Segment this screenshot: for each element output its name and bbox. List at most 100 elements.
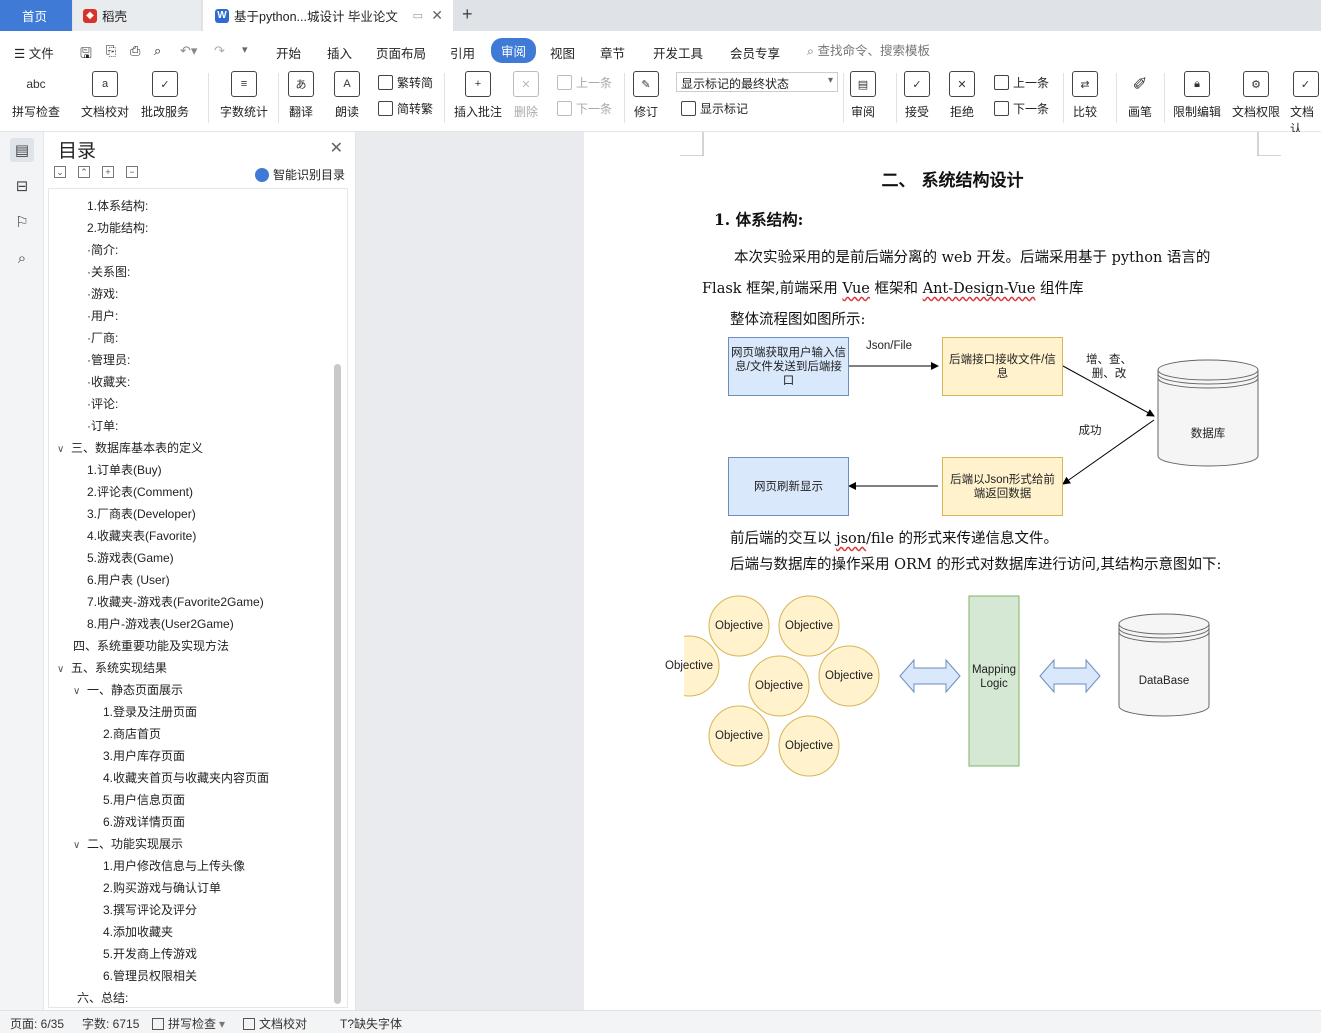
- chapter-nav-icon[interactable]: ⊟: [10, 174, 34, 198]
- toc-item[interactable]: ∨ 三、数据库基本表的定义: [57, 439, 203, 456]
- next-change-button[interactable]: 下一条: [994, 100, 1049, 117]
- doc-auth-button[interactable]: ✓ 文档认: [1290, 71, 1321, 137]
- bookmark-icon[interactable]: ⚐: [10, 210, 34, 234]
- page-indicator[interactable]: 页面: 6/35: [10, 1015, 64, 1032]
- toc-item[interactable]: 2.商店首页: [103, 725, 161, 742]
- undo-icon[interactable]: ↶▾: [180, 40, 197, 62]
- toc-item[interactable]: 1.登录及注册页面: [103, 703, 197, 720]
- toc-item[interactable]: 5.开发商上传游戏: [103, 945, 197, 962]
- toc-item[interactable]: ∨ 二、功能实现展示: [73, 835, 183, 852]
- toc-item[interactable]: ·厂商:: [87, 329, 118, 346]
- delete-comment-button[interactable]: ✕ 删除: [513, 71, 539, 120]
- toc-item[interactable]: 6.用户表 (User): [87, 571, 170, 588]
- status-spell-check[interactable]: 拼写检查 ▾: [152, 1015, 225, 1032]
- toc-item[interactable]: ·简介:: [87, 241, 118, 258]
- toc-item[interactable]: ·订单:: [87, 417, 118, 434]
- tab-home[interactable]: 首页: [0, 0, 72, 31]
- toc-item[interactable]: 六、总结:: [77, 989, 128, 1006]
- menu-view[interactable]: 视图: [550, 40, 575, 65]
- status-missing-font[interactable]: T? 缺失字体: [340, 1015, 402, 1032]
- print-preview-icon[interactable]: ⌕: [154, 40, 161, 62]
- export-pdf-icon[interactable]: ⎘: [106, 40, 116, 62]
- chevron-down-icon[interactable]: ∨: [57, 664, 71, 675]
- restrict-edit-button[interactable]: 🔒︎ 限制编辑: [1173, 71, 1221, 120]
- toc-item[interactable]: ∨ 五、系统实现结果: [57, 659, 167, 676]
- toc-item[interactable]: 2.购买游戏与确认订单: [103, 879, 221, 896]
- find-icon[interactable]: ⌕: [10, 246, 34, 270]
- toc-item[interactable]: 4.收藏夹首页与收藏夹内容页面: [103, 769, 269, 786]
- word-count[interactable]: 字数: 6715: [82, 1015, 139, 1032]
- toc-item[interactable]: ·游戏:: [87, 285, 118, 302]
- status-proof[interactable]: 文档校对: [243, 1015, 307, 1032]
- prev-change-button[interactable]: 上一条: [994, 74, 1049, 91]
- toc-item[interactable]: ·评论:: [87, 395, 118, 412]
- menu-dev-tools[interactable]: 开发工具: [653, 40, 703, 65]
- toc-item[interactable]: 4.添加收藏夹: [103, 923, 173, 940]
- compare-button[interactable]: ⇄ 比较: [1072, 71, 1098, 120]
- chevron-down-icon[interactable]: ∨: [73, 686, 87, 697]
- add-heading-icon[interactable]: +: [102, 166, 114, 178]
- toc-item[interactable]: 1.用户修改信息与上传头像: [103, 857, 245, 874]
- toc-item[interactable]: 3.厂商表(Developer): [87, 505, 196, 522]
- remove-heading-icon[interactable]: −: [126, 166, 138, 178]
- word-count-button[interactable]: ≡ 字数统计: [220, 71, 268, 120]
- chevron-down-icon[interactable]: ∨: [57, 444, 71, 455]
- next-comment-button[interactable]: 下一条: [557, 100, 612, 117]
- toc-item[interactable]: ∨ 一、静态页面展示: [73, 681, 183, 698]
- toc-panel-icon[interactable]: ▤: [10, 138, 34, 162]
- track-changes-button[interactable]: ✎ 修订: [633, 71, 659, 120]
- command-search[interactable]: ⌕ 查找命令、搜索模板: [807, 40, 930, 59]
- review-pane-button[interactable]: ▤ 审阅: [850, 71, 876, 120]
- tab-document[interactable]: W 基于python...城设计 毕业论文 ▭ ✕: [203, 0, 453, 31]
- toc-item[interactable]: 1.体系结构:: [87, 197, 148, 214]
- menu-review[interactable]: 审阅: [491, 38, 537, 63]
- read-aloud-button[interactable]: A 朗读: [334, 71, 360, 120]
- menu-page-layout[interactable]: 页面布局: [376, 40, 426, 65]
- toc-item[interactable]: 5.用户信息页面: [103, 791, 185, 808]
- doc-permission-button[interactable]: ⚙ 文档权限: [1232, 71, 1280, 120]
- close-tab-icon[interactable]: ✕: [431, 7, 443, 24]
- toc-item[interactable]: 5.游戏表(Game): [87, 549, 174, 566]
- toc-item[interactable]: 2.功能结构:: [87, 219, 148, 236]
- menu-insert[interactable]: 插入: [327, 40, 352, 65]
- toc-item[interactable]: ·管理员:: [87, 351, 130, 368]
- close-panel-icon[interactable]: ✕: [330, 138, 343, 158]
- toc-item[interactable]: ·关系图:: [87, 263, 130, 280]
- menu-reference[interactable]: 引用: [450, 40, 475, 65]
- revise-service-button[interactable]: ✓ 批改服务: [141, 71, 189, 120]
- document-page[interactable]: 二、 系统结构设计 1. 体系结构: 本次实验采用的是前后端分离的 web 开发…: [584, 132, 1321, 1010]
- ai-toc-button[interactable]: 智能识别目录: [254, 166, 345, 183]
- to-traditional-button[interactable]: 繁转简: [378, 74, 433, 91]
- toc-item[interactable]: 1.订单表(Buy): [87, 461, 162, 478]
- menu-member[interactable]: 会员专享: [730, 40, 780, 65]
- toc-item[interactable]: 2.评论表(Comment): [87, 483, 193, 500]
- translate-button[interactable]: あ翻译: [288, 71, 314, 120]
- insert-comment-button[interactable]: + 插入批注: [454, 71, 502, 120]
- toc-item[interactable]: 8.用户-游戏表(User2Game): [87, 615, 234, 632]
- redo-icon[interactable]: ↷: [214, 40, 225, 62]
- toc-item[interactable]: ·收藏夹:: [87, 373, 130, 390]
- toc-item[interactable]: 3.撰写评论及评分: [103, 901, 197, 918]
- show-markup-button[interactable]: 显示标记: [681, 100, 748, 117]
- spell-check-button[interactable]: abc 拼写检查: [12, 71, 60, 120]
- tab-daoke[interactable]: ◆ 稻壳: [73, 0, 201, 31]
- more-dropdown-icon[interactable]: ▾: [242, 40, 248, 59]
- print-icon[interactable]: ⎙: [130, 40, 140, 62]
- pen-button[interactable]: ✐ 画笔: [1127, 71, 1153, 120]
- toc-scrollbar[interactable]: [334, 364, 341, 1004]
- toc-item[interactable]: 4.收藏夹表(Favorite): [87, 527, 196, 544]
- toc-item[interactable]: 四、系统重要功能及实现方法: [73, 637, 229, 654]
- toc-item[interactable]: 3.用户库存页面: [103, 747, 185, 764]
- toc-item[interactable]: 7.收藏夹-游戏表(Favorite2Game): [87, 593, 264, 610]
- chevron-down-icon[interactable]: ∨: [73, 840, 87, 851]
- toc-item[interactable]: 6.管理员权限相关: [103, 967, 197, 984]
- new-tab-icon[interactable]: +: [462, 4, 473, 25]
- accept-button[interactable]: ✓ 接受: [904, 71, 930, 120]
- file-menu[interactable]: ☰ 文件: [14, 40, 54, 65]
- collapse-all-icon[interactable]: ⌃: [78, 166, 90, 178]
- pin-icon[interactable]: ▭: [413, 9, 423, 22]
- to-simplified-button[interactable]: 简转繁: [378, 100, 433, 117]
- prev-comment-button[interactable]: 上一条: [557, 74, 612, 91]
- reject-button[interactable]: ✕ 拒绝: [949, 71, 975, 120]
- menu-chapter[interactable]: 章节: [600, 40, 625, 65]
